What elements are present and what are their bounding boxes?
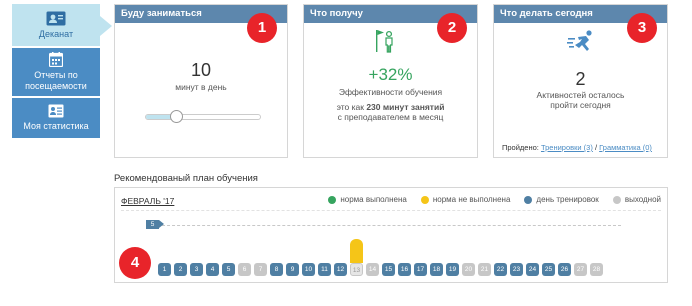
month-selector[interactable]: ФЕВРАЛЬ '17 [121,196,174,206]
calendar-day[interactable]: 16 [398,263,411,276]
detail-prefix: это как [336,102,367,112]
sidebar-item-label: Деканат [38,28,74,39]
timeline-line [152,225,621,226]
step-badge-4: 4 [119,247,151,279]
sidebar: Деканат Отчеты по посещаемости Моя стати… [12,4,112,138]
plan-divider [121,210,661,211]
calendar-day[interactable]: 1 [158,263,171,276]
passed-label: Пройдено: [502,143,539,152]
legend-label: норма выполнена [340,195,407,204]
legend-item-training-day: день тренировок [524,195,599,204]
calendar-day[interactable]: 15 [382,263,395,276]
calendar-day[interactable]: 24 [526,263,539,276]
week-marker: 5 [146,220,164,229]
minutes-unit: минут в день [175,82,227,92]
today-card: Что делать сегодня 3 2 Активностей остал… [493,4,668,158]
link-separator: / [594,143,598,152]
calendar-day[interactable]: 11 [318,263,331,276]
detail-bold: 230 минут занятий [366,102,445,112]
calendar-days: 1 2 3 4 5 6 7 8 9 10 11 12 13 14 15 16 17 18 19 20 21 22 23 24 2… [158,263,603,276]
calendar-day[interactable]: 7 [254,263,267,276]
legend-label: день тренировок [536,195,599,204]
passed-summary: Пройдено: Тренировки (3) / Грамматика (0… [502,143,652,152]
calendar-day[interactable]: 2 [174,263,187,276]
study-plan: ФЕВРАЛЬ '17 норма выполнена норма не вып… [114,187,668,283]
legend-item-done: норма выполнена [328,195,407,204]
calendar-day[interactable]: 23 [510,263,523,276]
training-link[interactable]: Тренировки (3) [541,143,593,152]
plan-title: Рекомендованый план обучения [114,173,258,184]
step-badge-3: 3 [627,13,657,43]
legend-label: выходной [624,195,661,204]
calendar-day[interactable]: 13 [350,263,363,276]
sidebar-item-attendance-reports[interactable]: Отчеты по посещаемости [12,48,100,96]
calendar-day[interactable]: 19 [446,263,459,276]
unmet-norm-bar [350,239,363,263]
activities-count: 2 [575,69,586,89]
calendar-day[interactable]: 4 [206,263,219,276]
legend-dot [328,195,337,204]
legend-dot [524,195,533,204]
legend-item-not-done: норма не выполнена [420,195,511,204]
calendar-day[interactable]: 25 [542,263,555,276]
flag-person-icon [376,30,393,53]
calendar-day[interactable]: 22 [494,263,507,276]
step-badge-2: 2 [437,13,467,43]
step-badge-1: 1 [247,13,277,43]
profile-card-icon [48,104,64,118]
minutes-value: 10 [190,60,212,80]
efficiency-detail-line2: с преподавателем в месяц [337,112,444,122]
grammar-link[interactable]: Грамматика (0) [599,143,652,152]
calendar-day[interactable]: 9 [286,263,299,276]
legend-dot [612,195,621,204]
id-card-icon [46,11,66,25]
running-person-icon [567,30,592,51]
calendar-icon [49,52,63,67]
calendar-day[interactable]: 8 [270,263,283,276]
calendar-day[interactable]: 18 [430,263,443,276]
plan-legend: норма выполнена норма не выполнена день … [328,195,661,204]
minutes-slider[interactable] [145,110,261,123]
calendar-day[interactable]: 26 [558,263,571,276]
sidebar-item-label: Моя статистика [23,121,89,131]
legend-label: норма не выполнена [432,195,511,204]
calendar-day[interactable]: 27 [574,263,587,276]
calendar-day[interactable]: 17 [414,263,427,276]
sidebar-item-my-statistics[interactable]: Моя статистика [12,98,100,138]
calendar-day[interactable]: 3 [190,263,203,276]
result-card: Что получу 2 +32% Эффективности обучения… [303,4,478,158]
efficiency-detail-line1: это как 230 минут занятий [304,102,477,112]
sidebar-item-label: Отчеты по посещаемости [25,70,87,91]
calendar-day[interactable]: 28 [590,263,603,276]
sidebar-item-dean-office[interactable]: Деканат [12,4,112,46]
efficiency-label: Эффективности обучения [338,87,443,97]
calendar-day[interactable]: 20 [462,263,475,276]
goal-card: Буду заниматься 1 10 минут в день [114,4,288,158]
calendar-day[interactable]: 6 [238,263,251,276]
calendar-day[interactable]: 12 [334,263,347,276]
slider-handle[interactable] [170,110,184,123]
calendar-day[interactable]: 10 [302,263,315,276]
calendar-day[interactable]: 21 [478,263,491,276]
legend-dot [420,195,429,204]
efficiency-percent: +32% [368,65,413,84]
activities-label: Активностей осталось пройти сегодня [536,90,625,110]
legend-item-day-off: выходной [612,195,661,204]
calendar-day[interactable]: 5 [222,263,235,276]
calendar-day[interactable]: 14 [366,263,379,276]
